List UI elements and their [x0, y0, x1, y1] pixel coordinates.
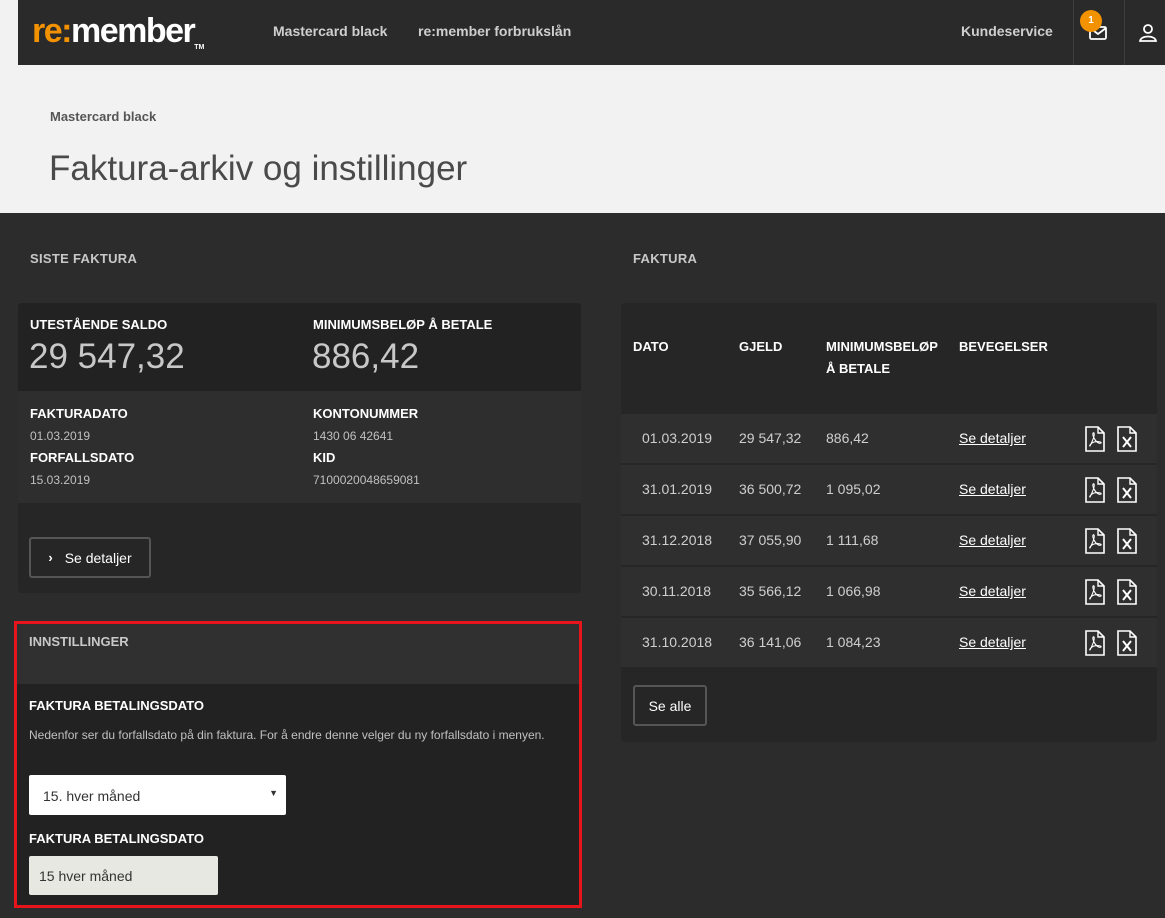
- balance-value: 29 547,32: [29, 337, 185, 376]
- excel-icon[interactable]: [1116, 630, 1138, 656]
- excel-icon[interactable]: [1116, 426, 1138, 452]
- logo-re: re:: [32, 12, 72, 50]
- col-movements-header: BEVEGELSER: [959, 339, 1048, 354]
- col-min-header-line1: MINIMUMSBELØP: [826, 339, 938, 354]
- invoice-row-details-link[interactable]: Se detaljer: [959, 481, 1026, 497]
- kid-value: 7100020048659081: [313, 473, 420, 487]
- top-navbar: re:memberTM Mastercard black re:member f…: [18, 0, 1165, 65]
- kid-label: KID: [313, 450, 336, 465]
- invoice-row-date: 31.10.2018: [642, 634, 713, 650]
- invoice-row: 31.01.2019 36 500,72 1 095,02 Se detaljer: [621, 465, 1157, 514]
- settings-header: INNSTILLINGER: [17, 624, 579, 684]
- invoice-row-debt: 37 055,90: [739, 532, 802, 548]
- excel-icon[interactable]: [1116, 579, 1138, 605]
- latest-invoice-heading: SISTE FAKTURA: [30, 251, 138, 266]
- invoice-row-debt: 35 566,12: [739, 583, 802, 599]
- nav-divider: [1124, 0, 1125, 65]
- payment-date-select-value: 15. hver måned: [43, 788, 141, 804]
- invoice-row-details-link[interactable]: Se detaljer: [959, 583, 1026, 599]
- pdf-icon[interactable]: [1084, 630, 1106, 656]
- invoice-row-details-link[interactable]: Se detaljer: [959, 532, 1026, 548]
- due-date-label: FORFALLSDATO: [30, 450, 135, 465]
- logo-tm: TM: [194, 44, 205, 51]
- latest-invoice-card: UTESTÅENDE SALDO 29 547,32 MINIMUMSBELØP…: [18, 303, 581, 593]
- account-number-label: KONTONUMMER: [313, 406, 419, 421]
- current-payment-date-value: 15 hver måned: [29, 856, 218, 895]
- invoice-row-debt: 29 547,32: [739, 430, 802, 446]
- invoice-row: 30.11.2018 35 566,12 1 066,98 Se detaljer: [621, 567, 1157, 616]
- pdf-icon[interactable]: [1084, 477, 1106, 503]
- settings-panel: INNSTILLINGER FAKTURA BETALINGSDATO Nede…: [14, 621, 582, 908]
- invoice-row: 31.10.2018 36 141,06 1 084,23 Se detaljer: [621, 618, 1157, 667]
- invoice-row: 01.03.2019 29 547,32 886,42 Se detaljer: [621, 414, 1157, 463]
- col-date-header: DATO: [633, 339, 669, 354]
- invoice-date-label: FAKTURADATO: [30, 406, 128, 421]
- due-date-value: 15.03.2019: [30, 473, 91, 487]
- pdf-icon[interactable]: [1084, 426, 1106, 452]
- current-payment-date-label: FAKTURA BETALINGSDATO: [29, 831, 205, 846]
- col-min-header-line2: Å BETALE: [826, 361, 891, 376]
- invoice-list-card: DATO GJELD MINIMUMSBELØP Å BETALE BEVEGE…: [621, 303, 1157, 742]
- excel-icon[interactable]: [1116, 477, 1138, 503]
- invoice-row-date: 31.01.2019: [642, 481, 713, 497]
- nav-mastercard-black[interactable]: Mastercard black: [273, 23, 387, 39]
- caret-down-icon: ▼: [269, 788, 278, 798]
- page-title: Faktura-arkiv og instillinger: [49, 149, 468, 188]
- payment-date-label: FAKTURA BETALINGSDATO: [29, 698, 205, 713]
- invoice-date-value: 01.03.2019: [30, 429, 91, 443]
- invoice-row-details-link[interactable]: Se detaljer: [959, 430, 1026, 446]
- settings-title: INNSTILLINGER: [29, 634, 129, 649]
- invoice-row-date: 30.11.2018: [642, 583, 712, 599]
- user-icon[interactable]: [1137, 21, 1159, 43]
- min-amount-value: 886,42: [312, 337, 420, 376]
- invoice-row-date: 01.03.2019: [642, 430, 713, 446]
- invoice-row-min: 1 066,98: [826, 583, 881, 599]
- pdf-icon[interactable]: [1084, 579, 1106, 605]
- invoice-row-min: 1 095,02: [826, 481, 881, 497]
- see-all-button[interactable]: Se alle: [633, 685, 707, 726]
- payment-date-description: Nedenfor ser du forfallsdato på din fakt…: [29, 728, 545, 742]
- inbox-badge: 1: [1080, 10, 1102, 32]
- nav-kundeservice[interactable]: Kundeservice: [961, 23, 1053, 39]
- remember-logo[interactable]: re:memberTM: [32, 12, 204, 51]
- breadcrumb[interactable]: Mastercard black: [50, 109, 156, 124]
- chevron-right-icon: ›: [48, 550, 53, 565]
- see-details-label: Se detaljer: [64, 549, 132, 566]
- invoice-row-min: 1 111,68: [826, 532, 879, 548]
- nav-divider: [1073, 0, 1074, 65]
- pdf-icon[interactable]: [1084, 528, 1106, 554]
- payment-date-select[interactable]: 15. hver måned ▼: [29, 775, 286, 815]
- invoice-row-debt: 36 141,06: [739, 634, 802, 650]
- logo-member: member: [70, 12, 196, 50]
- invoice-row-debt: 36 500,72: [739, 481, 802, 497]
- balance-label: UTESTÅENDE SALDO: [30, 317, 168, 332]
- invoice-row-min: 1 084,23: [826, 634, 881, 650]
- min-amount-label: MINIMUMSBELØP Å BETALE: [313, 317, 493, 332]
- invoices-heading: FAKTURA: [633, 251, 698, 266]
- invoice-row-min: 886,42: [826, 430, 869, 446]
- account-number-value: 1430 06 42641: [313, 429, 394, 443]
- invoice-row-details-link[interactable]: Se detaljer: [959, 634, 1026, 650]
- invoice-row-date: 31.12.2018: [642, 532, 713, 548]
- see-details-button[interactable]: › Se detaljer: [29, 537, 151, 578]
- invoice-row: 31.12.2018 37 055,90 1 111,68 Se detaljer: [621, 516, 1157, 565]
- col-debt-header: GJELD: [739, 339, 783, 354]
- nav-forbrukslan[interactable]: re:member forbrukslån: [418, 23, 571, 39]
- excel-icon[interactable]: [1116, 528, 1138, 554]
